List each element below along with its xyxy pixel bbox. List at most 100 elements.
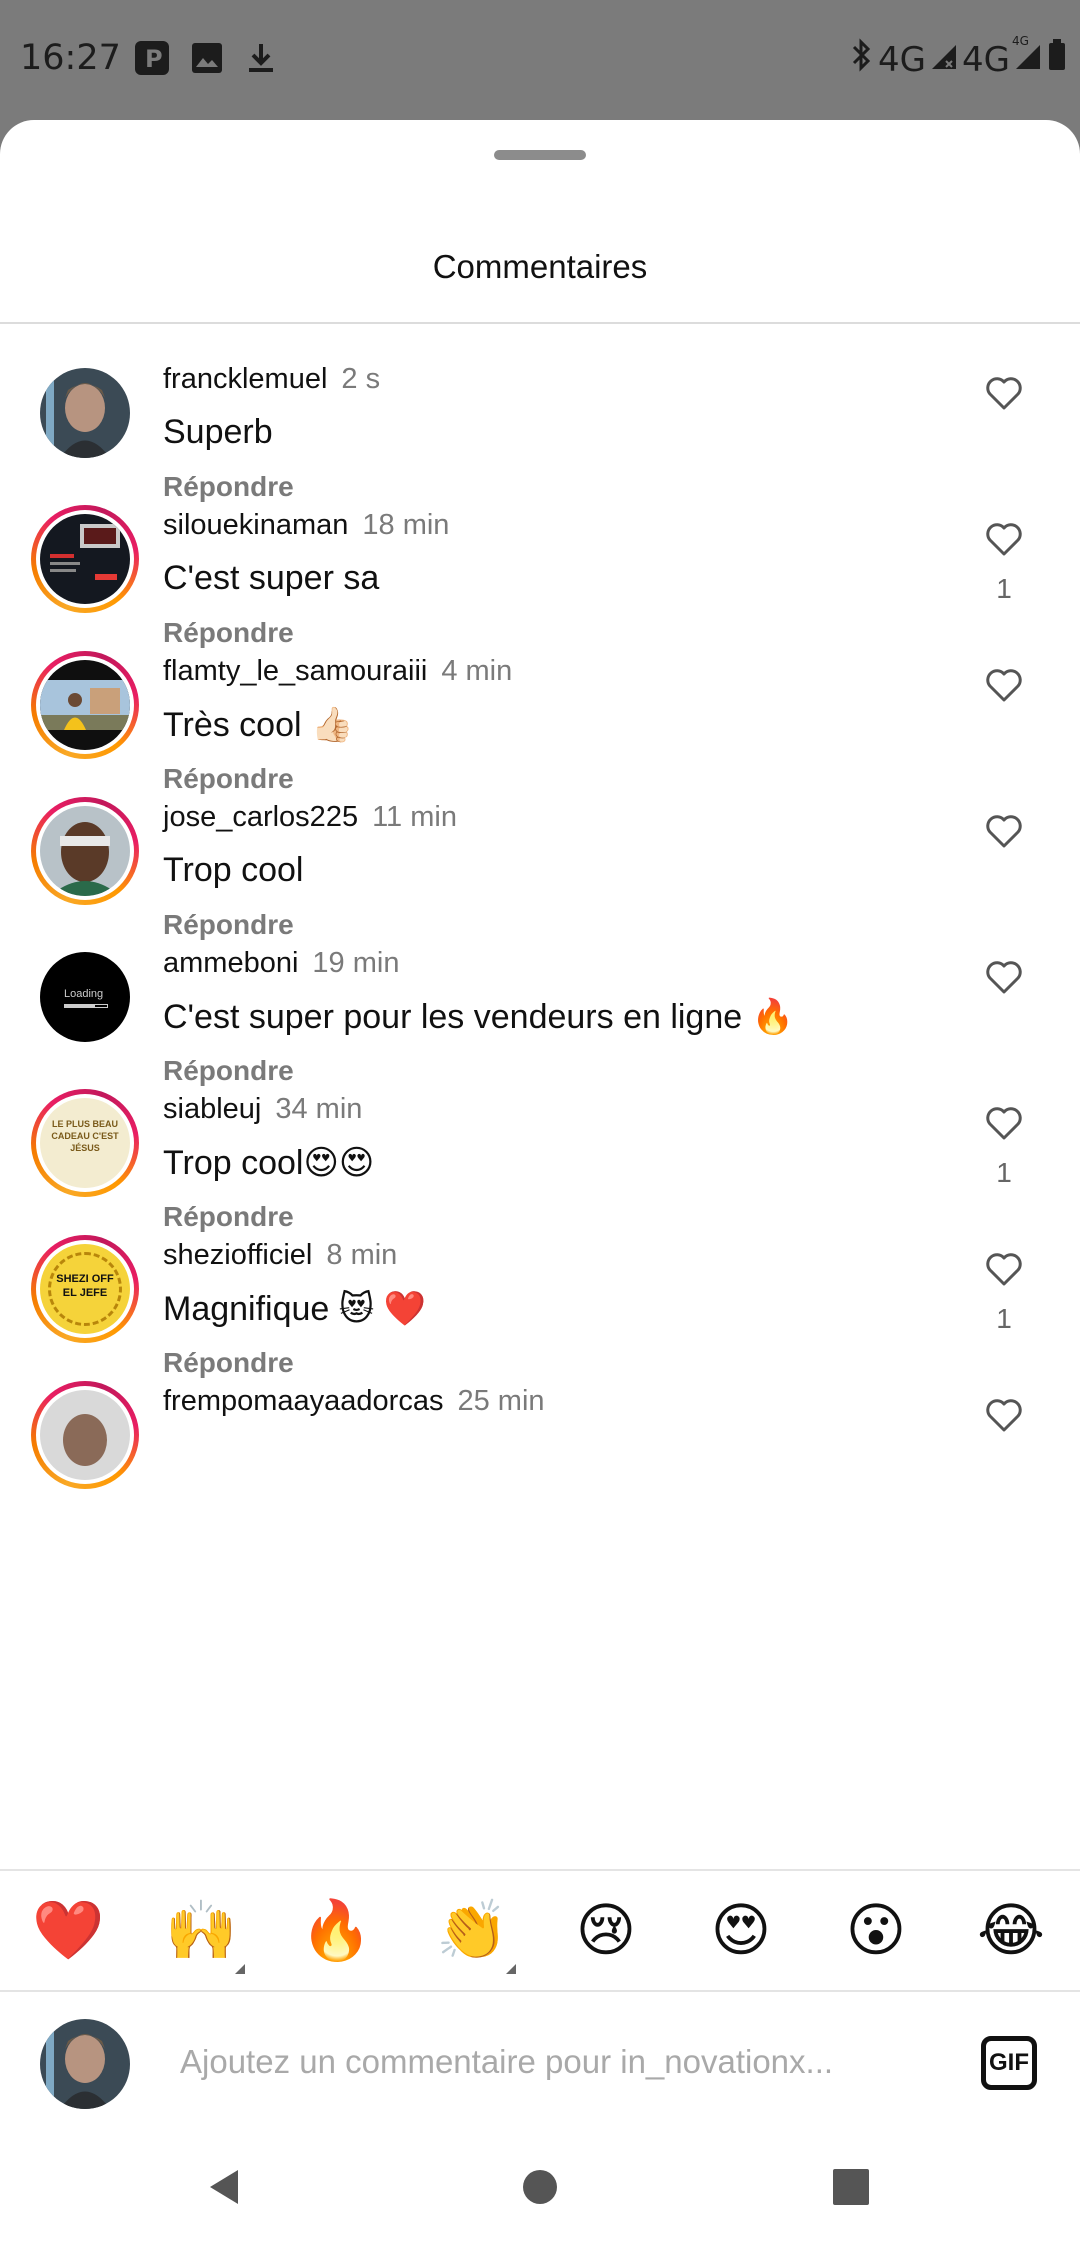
emoji-raised-hands-button[interactable]: 🙌 bbox=[165, 1896, 245, 1974]
system-nav-bar bbox=[0, 2132, 1080, 2244]
heart-icon[interactable] bbox=[984, 519, 1024, 559]
comment-text: Trop cool bbox=[163, 851, 304, 889]
avatar: Loading bbox=[40, 952, 130, 1042]
avatar-button[interactable]: LE PLUS BEAU CADEAU C'EST JÉSUS bbox=[31, 1089, 139, 1197]
back-nav-icon[interactable] bbox=[200, 2162, 250, 2212]
status-time: 16:27 bbox=[20, 38, 121, 78]
heart-icon[interactable] bbox=[984, 1395, 1024, 1435]
avatar bbox=[40, 368, 130, 458]
avatar-caption: LE PLUS BEAU CADEAU C'EST JÉSUS bbox=[51, 1119, 119, 1153]
status-left-icons: P bbox=[134, 40, 278, 81]
comment-time: 19 min bbox=[312, 947, 400, 979]
comment-username[interactable]: frempomaayaadorcas bbox=[163, 1385, 443, 1417]
comments-sheet: Commentaires francklemuel 2 s Superb Répo… bbox=[0, 120, 1080, 2244]
emoji-clap-button[interactable]: 👏 bbox=[436, 1896, 516, 1974]
comment-text: C'est super pour les vendeurs en ligne 🔥 bbox=[163, 998, 794, 1036]
avatar-loading-label: Loading bbox=[64, 988, 104, 1000]
comment-time: 34 min bbox=[275, 1093, 363, 1125]
emoji-surprised: 😮 bbox=[845, 1898, 907, 1963]
comment-username[interactable]: ammeboni bbox=[163, 947, 298, 979]
battery-icon bbox=[1046, 38, 1068, 81]
heart-icon[interactable] bbox=[984, 373, 1024, 413]
heart-icon[interactable] bbox=[984, 1249, 1024, 1289]
comment-username[interactable]: flamty_le_samouraiii bbox=[163, 655, 427, 687]
emoji-heart: ❤️ bbox=[32, 1898, 105, 1963]
skin-tone-indicator bbox=[506, 1964, 516, 1974]
avatar-button[interactable] bbox=[31, 651, 139, 759]
emoji-raised-hands: 🙌 bbox=[165, 1898, 238, 1963]
recents-nav-icon[interactable] bbox=[826, 2162, 876, 2212]
avatar bbox=[40, 660, 130, 750]
comment-username[interactable]: jose_carlos225 bbox=[163, 801, 358, 833]
comment-username[interactable]: siableuj bbox=[163, 1093, 261, 1125]
heart-icon[interactable] bbox=[984, 665, 1024, 705]
comment-text: Très cool 👍🏻 bbox=[163, 706, 354, 744]
emoji-fire-button[interactable]: 🔥 bbox=[300, 1896, 373, 1966]
heart-icon[interactable] bbox=[984, 1103, 1024, 1143]
emoji-fire: 🔥 bbox=[300, 1898, 373, 1963]
comment-time: 18 min bbox=[362, 509, 450, 541]
comment-username[interactable]: sheziofficiel bbox=[163, 1239, 312, 1271]
comment-text: C'est super sa bbox=[163, 559, 380, 597]
network-badge: 4G bbox=[1012, 33, 1029, 48]
status-right: 4G 4G 4G bbox=[848, 34, 1068, 81]
sheet-title: Commentaires bbox=[432, 248, 648, 285]
home-nav-icon[interactable] bbox=[515, 2162, 565, 2212]
like-count: 1 bbox=[996, 573, 1012, 604]
emoji-laughing: 😂 bbox=[977, 1898, 1045, 1963]
avatar: SHEZI OFF EL JEFE bbox=[40, 1244, 130, 1334]
emoji-crying: 😢 bbox=[575, 1898, 637, 1963]
emoji-clap: 👏 bbox=[436, 1898, 509, 1963]
drag-handle[interactable] bbox=[494, 150, 586, 160]
comment-item: frempomaayaadorcas 25 min bbox=[0, 1347, 1080, 1556]
comment-user-line: frempomaayaadorcas 25 min bbox=[163, 1385, 545, 1418]
avatar-caption: SHEZI OFF EL JEFE bbox=[56, 1273, 114, 1299]
emoji-crying-button[interactable]: 😢 bbox=[571, 1896, 641, 1966]
comment-user-line: siableuj 34 min bbox=[163, 1093, 362, 1126]
avatar bbox=[40, 514, 130, 604]
comments-list[interactable]: francklemuel 2 s Superb Répondre siloueki… bbox=[0, 325, 1080, 1867]
avatar-button[interactable] bbox=[31, 505, 139, 613]
comment-username[interactable]: francklemuel bbox=[163, 363, 327, 395]
skin-tone-indicator bbox=[235, 1964, 245, 1974]
comment-user-line: ammeboni 19 min bbox=[163, 947, 399, 980]
avatar-button[interactable]: SHEZI OFF EL JEFE bbox=[31, 1235, 139, 1343]
emoji-quick-bar: ❤️ 🙌 🔥 👏 😢 😍 😮 😂 bbox=[0, 1872, 1080, 1990]
divider bbox=[0, 1869, 1080, 1871]
comment-user-line: jose_carlos225 11 min bbox=[163, 801, 457, 834]
avatar-button[interactable] bbox=[31, 359, 139, 467]
avatar-loading-bar bbox=[64, 1004, 108, 1008]
bluetooth-icon bbox=[848, 38, 874, 81]
like-count: 1 bbox=[996, 1157, 1012, 1188]
comment-time: 8 min bbox=[326, 1239, 398, 1271]
status-bar: 16:27 P 4G 4G 4G bbox=[0, 0, 1080, 120]
comment-time: 4 min bbox=[441, 655, 513, 687]
network-type-1: 4G bbox=[878, 39, 927, 80]
avatar bbox=[40, 806, 130, 896]
divider bbox=[0, 322, 1080, 324]
network-type-2: 4G bbox=[962, 39, 1010, 80]
avatar-button[interactable] bbox=[31, 1381, 139, 1489]
signal-icon-1 bbox=[930, 40, 958, 80]
comment-text: Superb bbox=[163, 413, 273, 451]
gif-button[interactable]: GIF bbox=[981, 2036, 1037, 2090]
heart-icon[interactable] bbox=[984, 957, 1024, 997]
avatar bbox=[40, 1390, 130, 1480]
comment-user-line: francklemuel 2 s bbox=[163, 363, 380, 396]
emoji-surprised-button[interactable]: 😮 bbox=[841, 1896, 911, 1966]
comment-input[interactable] bbox=[180, 2032, 880, 2092]
image-icon bbox=[190, 41, 224, 80]
heart-icon[interactable] bbox=[984, 811, 1024, 851]
comment-input-row: GIF bbox=[0, 1992, 1080, 2132]
comment-username[interactable]: silouekinaman bbox=[163, 509, 348, 541]
comment-user-line: flamty_le_samouraiii 4 min bbox=[163, 655, 512, 688]
comment-user-line: silouekinaman 18 min bbox=[163, 509, 449, 542]
avatar-button[interactable] bbox=[31, 797, 139, 905]
emoji-laughing-button[interactable]: 😂 bbox=[976, 1896, 1046, 1966]
emoji-heart-button[interactable]: ❤️ bbox=[32, 1896, 105, 1966]
avatar-button[interactable]: Loading bbox=[31, 943, 139, 1051]
emoji-heart-eyes-button[interactable]: 😍 bbox=[706, 1896, 776, 1966]
comment-time: 2 s bbox=[341, 363, 381, 395]
comment-text: Magnifique 😻 ❤️ bbox=[163, 1290, 427, 1328]
emoji-heart-eyes: 😍 bbox=[710, 1898, 772, 1963]
